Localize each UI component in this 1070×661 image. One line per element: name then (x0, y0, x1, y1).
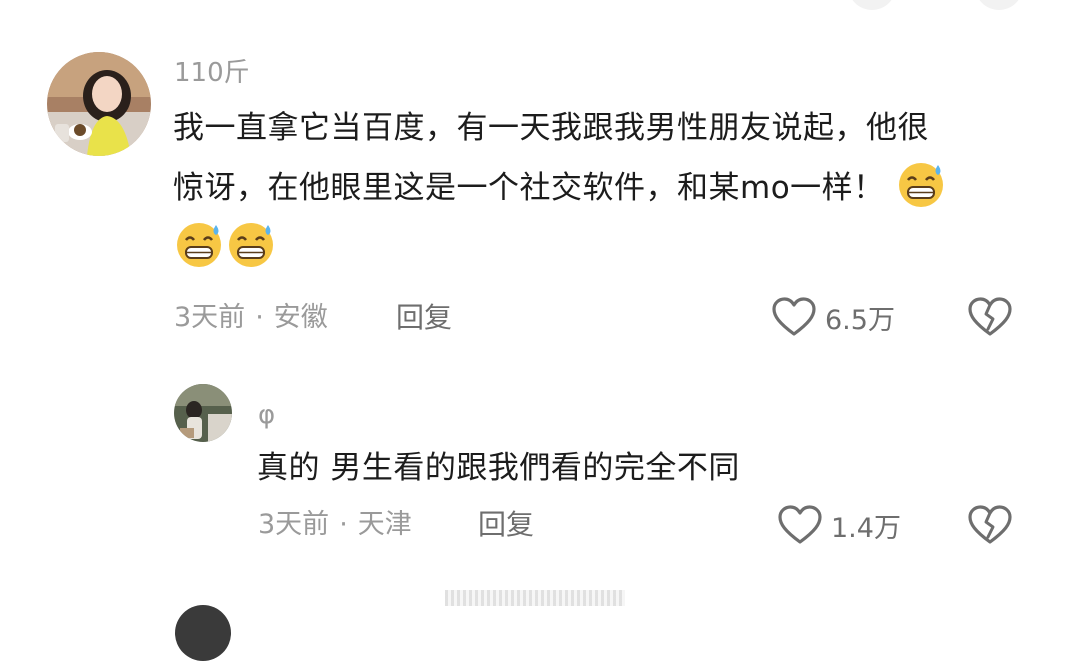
sweat-grin-emoji-icon (173, 218, 225, 270)
sweat-grin-emoji-icon (895, 158, 947, 210)
broken-heart-icon (967, 296, 1013, 338)
comment-text: 我一直拿它当百度，有一天我跟我男性朋友说起，他很 惊讶，在他眼里这是一个社交软件… (173, 98, 1033, 278)
next-comment-avatar[interactable] (175, 605, 231, 661)
comment-like-count: 6.5万 (825, 304, 895, 336)
comment-dislike-button[interactable] (967, 296, 1013, 338)
reply-like-count: 1.4万 (831, 512, 901, 544)
reply-time: 3天前 (258, 509, 330, 540)
top-action-button-2[interactable] (975, 0, 1023, 10)
comment-time: 3天前 (174, 302, 246, 333)
top-action-button-1[interactable] (848, 0, 896, 10)
commenter-avatar[interactable] (47, 52, 151, 156)
meta-separator: · (255, 302, 264, 333)
reply-dislike-button[interactable] (967, 504, 1013, 546)
broken-heart-icon (967, 504, 1013, 546)
commenter-username[interactable]: 110斤 (174, 60, 250, 86)
reply-reply-button[interactable]: 回复 (478, 511, 534, 539)
replier-avatar[interactable] (174, 384, 232, 442)
comment-text-line: 惊讶，在他眼里这是一个社交软件，和某mo一样！ (173, 170, 885, 206)
comment-text-line: 我一直拿它当百度，有一天我跟我男性朋友说起，他很 (173, 110, 929, 146)
comment-like-button[interactable]: 6.5万 (771, 296, 895, 338)
meta-separator: · (339, 509, 348, 540)
comment-reply-button[interactable]: 回复 (396, 304, 452, 332)
reply-text: 真的 男生看的跟我們看的完全不同 (257, 450, 740, 486)
comment-location: 安徽 (273, 302, 328, 333)
expand-replies-placeholder[interactable] (445, 590, 625, 606)
replier-username[interactable]: φ (258, 402, 275, 428)
heart-outline-icon (771, 296, 817, 338)
reply-meta: 3天前 · 天津 (258, 511, 412, 538)
reply-location: 天津 (357, 509, 412, 540)
heart-outline-icon (777, 504, 823, 546)
reply-like-button[interactable]: 1.4万 (777, 504, 901, 546)
sweat-grin-emoji-icon (225, 218, 277, 270)
comment-meta: 3天前 · 安徽 (174, 304, 328, 331)
